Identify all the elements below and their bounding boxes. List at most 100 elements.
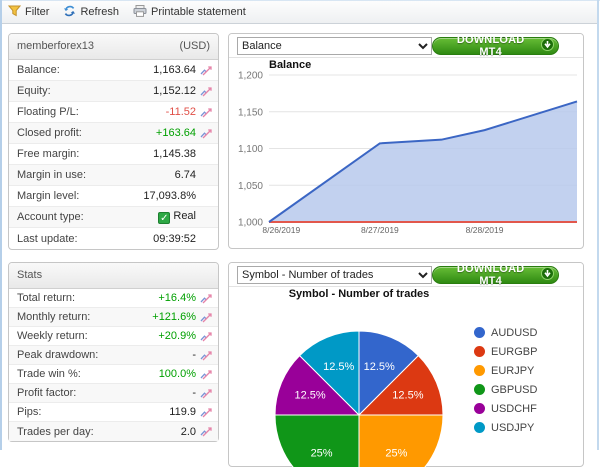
mini-chart-icon[interactable] <box>196 128 213 139</box>
row-value: ✓Real <box>158 210 196 224</box>
row-label: Peak drawdown: <box>17 349 192 361</box>
table-row: Trade win %:100.0% <box>9 365 218 384</box>
pie-legend: AUDUSD EURGBP EURJPY GBPUSD USDCHF USDJPY <box>474 323 537 437</box>
mini-chart-icon[interactable] <box>196 293 213 304</box>
svg-text:1,050: 1,050 <box>238 181 263 192</box>
mini-chart-icon[interactable] <box>196 350 213 361</box>
refresh-label: Refresh <box>80 6 119 18</box>
row-label: Closed profit: <box>17 127 156 139</box>
table-row: Floating P/L:-11.52 <box>9 102 218 123</box>
row-value: +121.6% <box>152 311 196 323</box>
svg-text:1,200: 1,200 <box>238 71 263 82</box>
table-row: Trades per day:2.0 <box>9 422 218 441</box>
download-mt4-label-2: DOWNLOAD MT4 <box>445 263 536 287</box>
row-label: Pips: <box>17 406 169 418</box>
row-label: Last update: <box>17 233 153 245</box>
row-value: 09:39:52 <box>153 233 196 245</box>
chart-type-select[interactable]: Balance <box>237 37 432 55</box>
row-label: Free margin: <box>17 148 153 160</box>
row-value: +163.64 <box>156 127 196 139</box>
row-label: Trade win %: <box>17 368 159 380</box>
legend-label: USDCHF <box>491 403 537 415</box>
svg-text:8/27/2019: 8/27/2019 <box>361 225 399 235</box>
printer-icon <box>133 5 147 20</box>
refresh-icon <box>63 5 76 20</box>
legend-label: GBPUSD <box>491 384 537 396</box>
legend-dot-icon <box>474 327 485 338</box>
legend-item: USDCHF <box>474 399 537 418</box>
row-value: 6.74 <box>175 169 196 181</box>
balance-chart-region: 1,0001,0501,1001,1501,2008/26/20198/27/2… <box>229 58 583 250</box>
svg-text:8/28/2019: 8/28/2019 <box>466 225 504 235</box>
row-label: Margin level: <box>17 190 143 202</box>
download-arrow-icon <box>541 38 554 54</box>
refresh-button[interactable]: Refresh <box>63 5 119 20</box>
download-mt4-button-2[interactable]: DOWNLOAD MT4 <box>432 266 559 284</box>
row-label: Profit factor: <box>17 387 192 399</box>
row-value: +20.9% <box>158 330 196 342</box>
mini-chart-icon[interactable] <box>196 388 213 399</box>
table-row: Equity:1,152.12 <box>9 81 218 102</box>
svg-text:12.5%: 12.5% <box>323 361 354 373</box>
row-label: Monthly return: <box>17 311 152 323</box>
row-value: 2.0 <box>181 426 196 438</box>
mini-chart-icon[interactable] <box>196 107 213 118</box>
symbol-chart-region: Symbol - Number of trades12.5%12.5%25%25… <box>229 287 583 470</box>
filter-button[interactable]: Filter <box>8 5 49 20</box>
mini-chart-icon[interactable] <box>196 331 213 342</box>
download-mt4-label: DOWNLOAD MT4 <box>445 34 536 58</box>
account-name: memberforex13 <box>17 34 94 59</box>
legend-item: EURGBP <box>474 342 537 361</box>
svg-text:25%: 25% <box>311 447 333 459</box>
mini-chart-icon[interactable] <box>196 407 213 418</box>
real-account-check-icon: ✓ <box>158 212 170 224</box>
legend-item: GBPUSD <box>474 380 537 399</box>
table-row: Total return:+16.4% <box>9 289 218 308</box>
legend-dot-icon <box>474 365 485 376</box>
download-mt4-button[interactable]: DOWNLOAD MT4 <box>432 37 559 55</box>
table-row: Free margin:1,145.38 <box>9 144 218 165</box>
balance-chart-panel: Balance DOWNLOAD MT4 1,000 1,050 1,100 1,15… <box>228 33 584 249</box>
table-row: Account type:✓Real <box>9 207 218 228</box>
balance-area-chart: 1,0001,0501,1001,1501,2008/26/20198/27/2… <box>229 58 583 247</box>
legend-label: USDJPY <box>491 422 534 434</box>
row-value: 100.0% <box>159 368 196 380</box>
row-label: Floating P/L: <box>17 106 166 118</box>
svg-text:1,100: 1,100 <box>238 144 263 155</box>
row-value: 1,152.12 <box>153 85 196 97</box>
legend-dot-icon <box>474 384 485 395</box>
mini-chart-icon[interactable] <box>196 312 213 323</box>
stats-panel: Stats Total return:+16.4%Monthly return:… <box>8 262 219 442</box>
svg-text:12.5%: 12.5% <box>392 390 423 402</box>
svg-text:12.5%: 12.5% <box>364 361 395 373</box>
symbol-chart-select[interactable]: Symbol - Number of trades <box>237 266 432 284</box>
legend-item: AUDUSD <box>474 323 537 342</box>
legend-dot-icon <box>474 346 485 357</box>
table-row: Balance:1,163.64 <box>9 60 218 81</box>
mini-chart-icon[interactable] <box>196 86 213 97</box>
row-value: 1,145.38 <box>153 148 196 160</box>
filter-label: Filter <box>25 6 49 18</box>
svg-text:1,000: 1,000 <box>238 218 263 229</box>
table-row: Profit factor:- <box>9 384 218 403</box>
printable-statement-label: Printable statement <box>151 6 246 18</box>
symbol-control-row: Symbol - Number of trades DOWNLOAD MT4 <box>229 263 583 287</box>
stats-rows: Total return:+16.4%Monthly return:+121.6… <box>9 289 218 441</box>
filter-icon <box>8 5 21 20</box>
row-value: 1,163.64 <box>153 64 196 76</box>
printable-statement-button[interactable]: Printable statement <box>133 5 246 20</box>
page-left-border <box>0 0 2 450</box>
table-row: Monthly return:+121.6% <box>9 308 218 327</box>
legend-label: EURJPY <box>491 365 534 377</box>
row-value: +16.4% <box>158 292 196 304</box>
mini-chart-icon[interactable] <box>196 426 213 437</box>
table-row: Pips:119.9 <box>9 403 218 422</box>
legend-label: EURGBP <box>491 346 537 358</box>
mini-chart-icon[interactable] <box>196 65 213 76</box>
svg-text:1,150: 1,150 <box>238 107 263 118</box>
row-label: Weekly return: <box>17 330 158 342</box>
stats-panel-header: Stats <box>9 263 218 289</box>
mini-chart-icon[interactable] <box>196 369 213 380</box>
balance-control-row: Balance DOWNLOAD MT4 <box>229 34 583 58</box>
table-row: Margin in use:6.74 <box>9 165 218 186</box>
